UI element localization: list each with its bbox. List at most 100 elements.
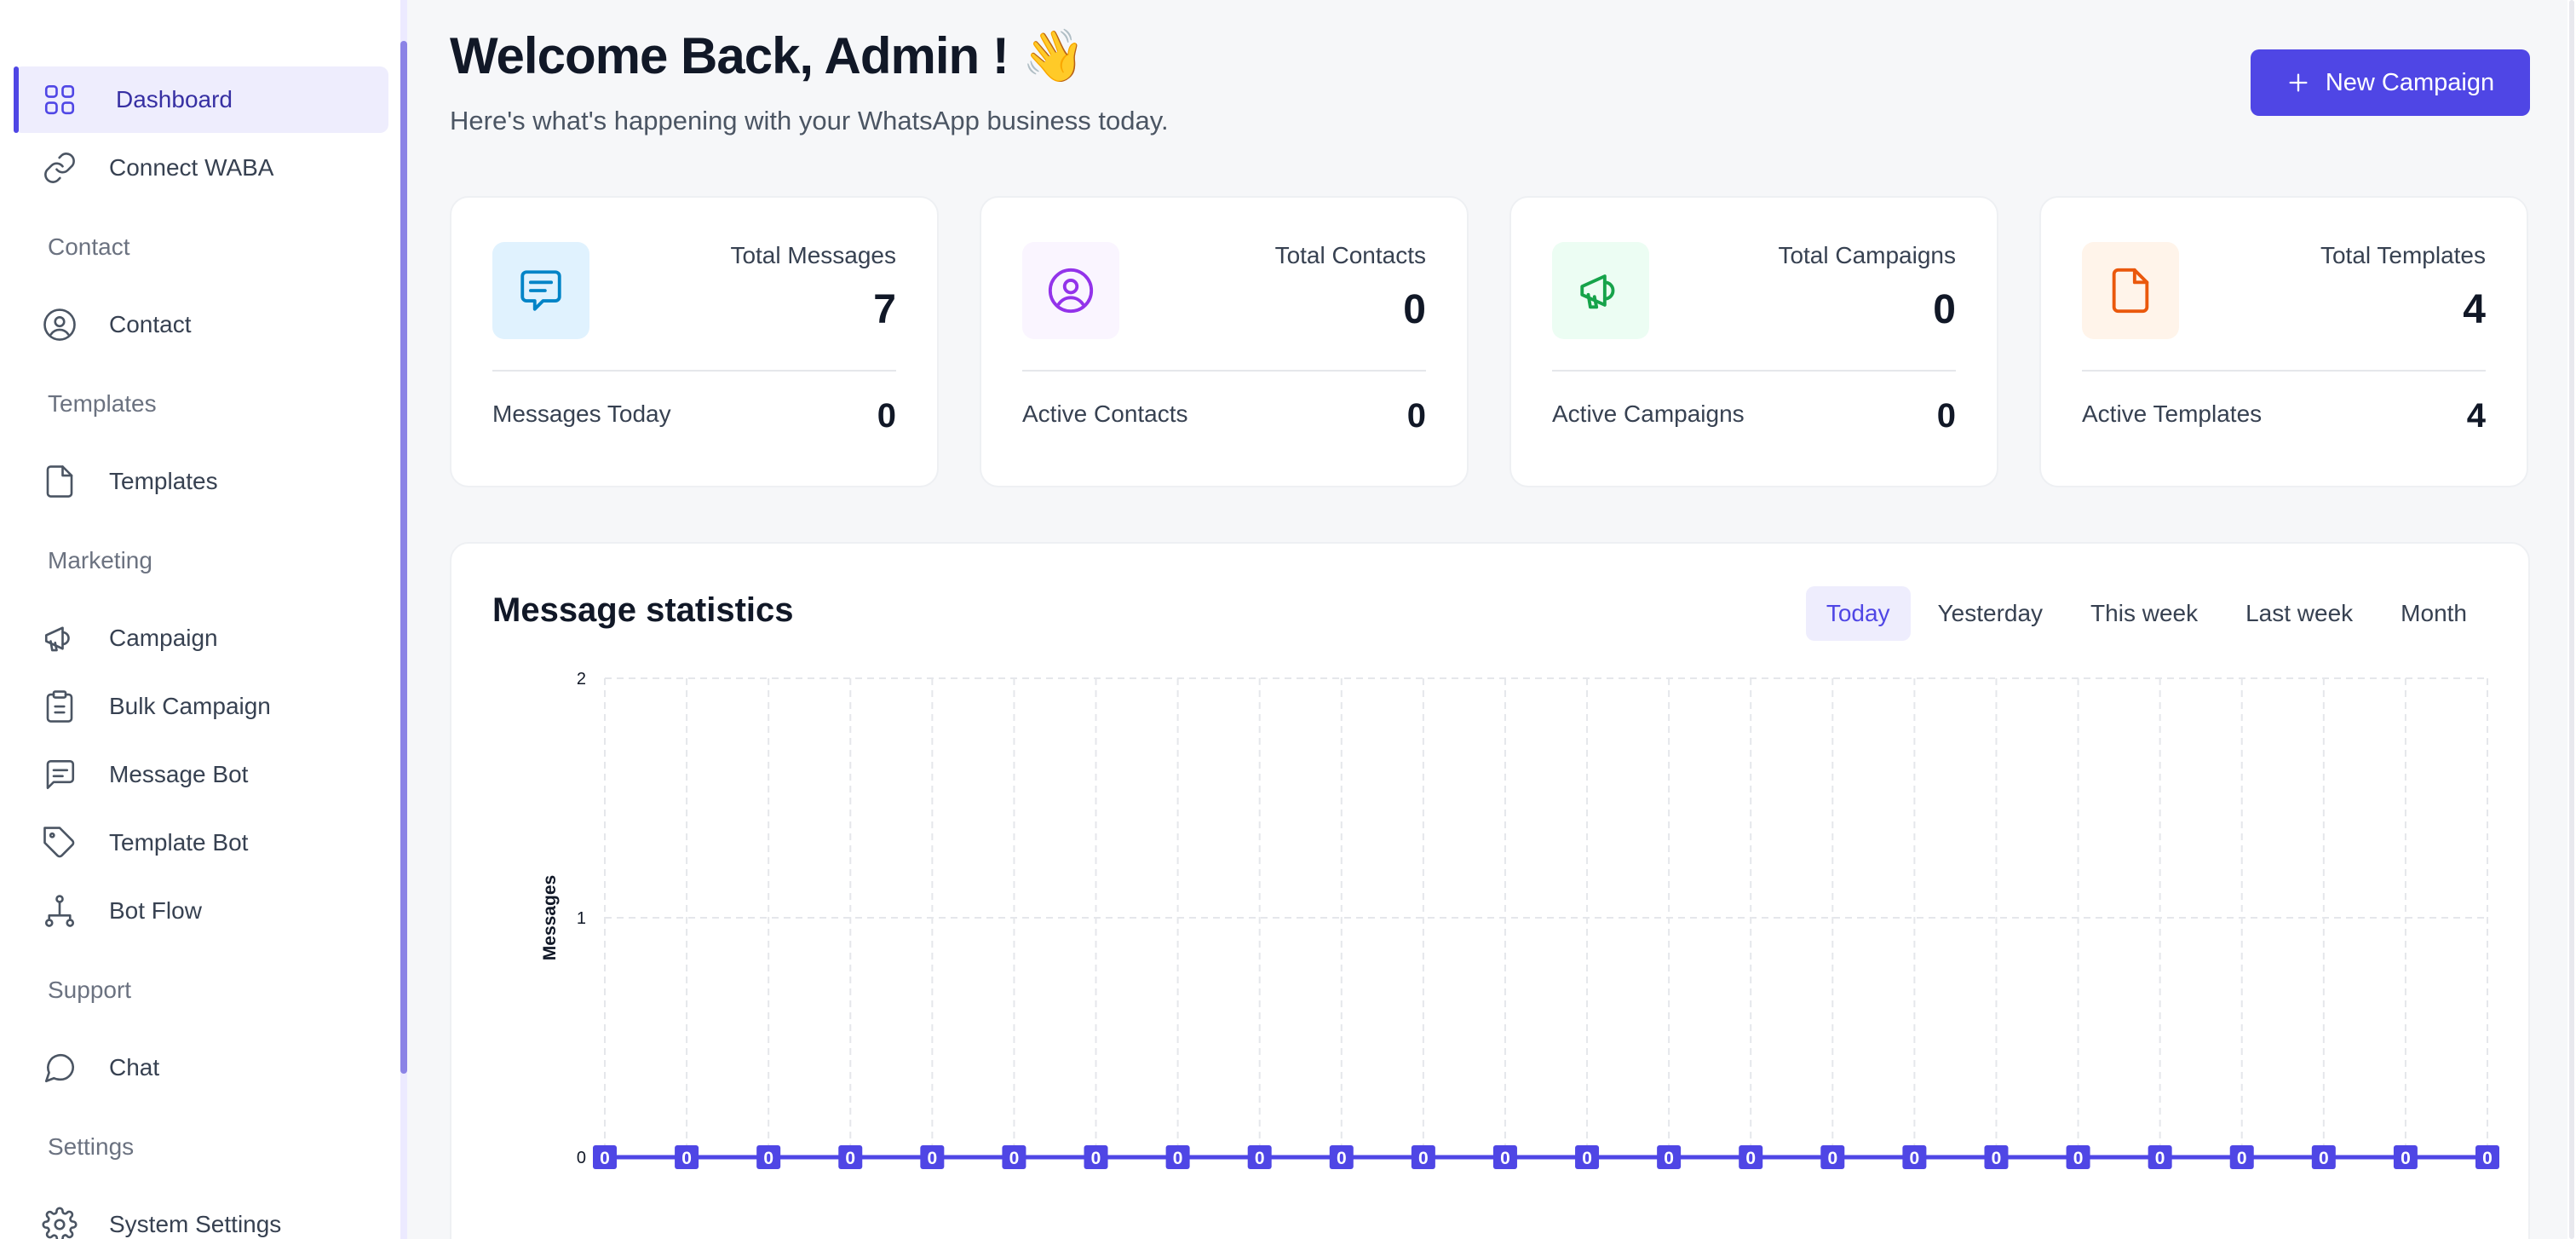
data-label: 0	[845, 1149, 855, 1168]
stat-card-foot-value: 0	[877, 397, 896, 435]
file-icon	[46, 465, 73, 498]
sidebar-item-message-bot[interactable]: Message Bot	[14, 741, 388, 808]
message-square-icon-wrap	[41, 756, 78, 793]
stat-card-icon	[492, 242, 589, 339]
gear-icon	[42, 1207, 78, 1239]
sidebar-item-campaign[interactable]: Campaign	[14, 605, 388, 671]
stat-card-foot-label: Active Templates	[2082, 401, 2263, 427]
data-label: 0	[681, 1149, 692, 1168]
page-subtitle: Here's what's happening with your WhatsA…	[450, 106, 1169, 135]
message-statistics-chart: 0 1 2 Messages 0 0 0 0 0 0 0 0 0 0 0 0 0 0 0 0 0 0 0 0 0 0 0 0	[540, 671, 2499, 1169]
stat-card-icon	[2082, 242, 2179, 339]
stat-card-total-campaigns: Total Campaigns 0 Active Campaigns 0	[1509, 196, 1998, 487]
stat-card-foot-value: 0	[1406, 397, 1426, 435]
clipboard-copy-icon-wrap	[41, 688, 78, 725]
stat-card-title: Total Campaigns	[1778, 242, 1956, 268]
sidebar-item-label: Template Bot	[109, 829, 249, 856]
y-tick-label: 2	[577, 671, 586, 689]
plus-icon	[2289, 73, 2308, 92]
stat-card-value: 7	[873, 287, 896, 332]
data-label: 0	[1091, 1149, 1101, 1168]
page-title: Welcome Back, Admin ! 👋	[450, 27, 1085, 84]
sidebar-item-contact[interactable]: Contact	[14, 291, 388, 358]
data-label: 0	[1255, 1149, 1265, 1168]
sidebar: Dashboard Connect WABA Contact Contact Templ…	[0, 0, 407, 1239]
data-label: 0	[2073, 1149, 2084, 1168]
nav-section-templates: Templates	[48, 390, 157, 417]
gear-icon-wrap	[41, 1206, 78, 1239]
page-scrollbar[interactable]	[2567, 0, 2576, 1239]
stat-card-divider	[1022, 370, 1426, 372]
data-label: 0	[1910, 1149, 1920, 1168]
data-label: 0	[2155, 1149, 2165, 1168]
sidebar-scrollbar-thumb[interactable]	[400, 41, 407, 1074]
nav-section-settings: Settings	[48, 1133, 135, 1160]
sidebar-item-system-settings[interactable]: System Settings	[14, 1191, 388, 1239]
tab-this-week[interactable]: This week	[2070, 586, 2218, 641]
stat-card-icon	[1022, 242, 1119, 339]
sidebar-item-chat[interactable]: Chat	[14, 1034, 388, 1101]
message-square-icon	[46, 759, 75, 790]
grid-icon	[44, 84, 75, 115]
sidebar-item-dashboard[interactable]: Dashboard	[14, 66, 388, 133]
chat-bubble-icon-wrap	[41, 1049, 78, 1086]
sidebar-item-label: Templates	[109, 468, 218, 494]
data-label: 0	[2482, 1149, 2493, 1168]
link-icon-wrap	[41, 149, 78, 187]
sidebar-item-label: Bulk Campaign	[109, 693, 271, 719]
data-label: 0	[2237, 1149, 2247, 1168]
stat-card-title: Total Messages	[730, 242, 896, 268]
stat-card-title: Total Contacts	[1274, 242, 1426, 268]
stat-card-value: 4	[2463, 287, 2486, 332]
stat-card-total-templates: Total Templates 4 Active Templates 4	[2039, 196, 2528, 487]
sidebar-item-connect-waba[interactable]: Connect WABA	[14, 135, 388, 201]
sidebar-item-label: Campaign	[109, 625, 218, 651]
stat-card-value: 0	[1403, 287, 1426, 332]
data-label: 0	[1992, 1149, 2002, 1168]
tab-yesterday[interactable]: Yesterday	[1918, 586, 2064, 641]
grid-icon-wrap	[41, 81, 78, 118]
sidebar-item-label: Contact	[109, 311, 192, 337]
message-icon	[520, 270, 561, 311]
megaphone-icon-wrap	[41, 620, 78, 657]
data-label: 0	[1582, 1149, 1592, 1168]
y-tick-label: 1	[577, 909, 586, 928]
data-label: 0	[1337, 1149, 1347, 1168]
network-icon	[44, 895, 75, 927]
tab-today[interactable]: Today	[1805, 586, 1911, 641]
clipboard-copy-icon	[46, 690, 73, 723]
data-label: 0	[1827, 1149, 1837, 1168]
megaphone-icon	[1580, 274, 1615, 309]
data-label: 0	[2319, 1149, 2329, 1168]
stat-card-title: Total Templates	[2320, 242, 2486, 268]
stat-card-foot-label: Messages Today	[492, 401, 671, 427]
nav-section-marketing: Marketing	[48, 547, 152, 573]
sidebar-item-label: Chat	[109, 1054, 160, 1081]
sidebar-item-bot-flow[interactable]: Bot Flow	[14, 878, 388, 944]
sidebar-item-template-bot[interactable]: Template Bot	[14, 810, 388, 876]
link-icon	[44, 153, 75, 183]
stat-card-divider	[1552, 370, 1956, 372]
new-campaign-label: New Campaign	[2325, 68, 2495, 96]
tab-last-week[interactable]: Last week	[2225, 586, 2373, 641]
message-statistics-panel: Message statistics Today Yesterday This we…	[450, 542, 2530, 1239]
sidebar-item-label: Bot Flow	[109, 897, 202, 924]
tag-icon	[43, 827, 75, 858]
user-circle-icon	[1048, 268, 1094, 314]
tab-month[interactable]: Month	[2380, 586, 2487, 641]
sidebar-item-bulk-campaign[interactable]: Bulk Campaign	[14, 673, 388, 740]
sidebar-item-templates[interactable]: Templates	[14, 448, 388, 515]
data-label: 0	[763, 1149, 773, 1168]
nav-section-support: Support	[48, 977, 132, 1003]
data-label: 0	[1418, 1149, 1429, 1168]
stat-card-value: 0	[1933, 287, 1956, 332]
new-campaign-button[interactable]: New Campaign	[2251, 49, 2530, 116]
data-label: 0	[1664, 1149, 1674, 1168]
sidebar-item-label: Connect WABA	[109, 154, 274, 181]
main-content: Welcome Back, Admin ! 👋 Here's what's ha…	[407, 0, 2561, 1239]
data-label: 0	[600, 1149, 610, 1168]
user-circle-icon	[43, 308, 76, 341]
sidebar-item-label: Dashboard	[116, 86, 233, 112]
data-label: 0	[1500, 1149, 1510, 1168]
y-axis-label: Messages	[540, 875, 560, 960]
